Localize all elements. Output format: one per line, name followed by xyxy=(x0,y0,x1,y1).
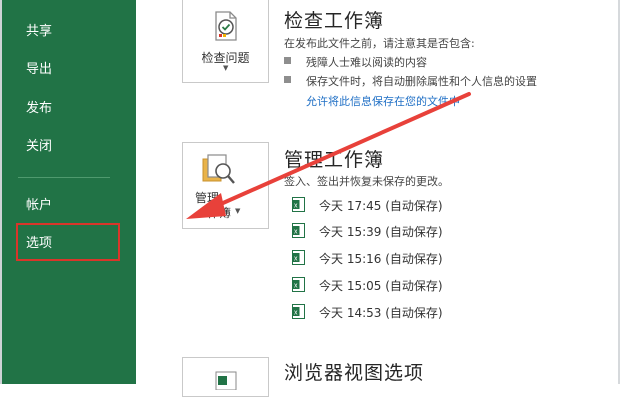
excel-file-icon: x xyxy=(292,304,305,319)
sidebar-item-account[interactable]: 帐户 xyxy=(26,198,52,214)
backstage-sidebar: 共享 导出 发布 关闭 帐户 选项 xyxy=(2,0,136,384)
excel-file-icon: x xyxy=(292,250,305,265)
svg-text:x: x xyxy=(294,229,298,236)
inspect-bullet-text: 保存文件时，将自动删除属性和个人信息的设置 xyxy=(306,75,537,88)
sidebar-divider xyxy=(18,177,110,178)
svg-text:x: x xyxy=(294,203,298,210)
inspect-document-icon xyxy=(215,11,237,41)
browser-view-icon xyxy=(215,371,237,390)
chevron-down-icon: ▼ xyxy=(223,64,229,72)
sidebar-item-export[interactable]: 导出 xyxy=(26,62,52,78)
check-for-issues-button[interactable]: 检查问题 ▼ xyxy=(182,0,269,83)
autosave-version-label: 今天 15:39 (自动保存) xyxy=(319,225,443,239)
info-panel: 检查问题 ▼ 检查工作簿 在发布此文件之前，请注意其是否包含: 残障人士难以阅读… xyxy=(136,0,618,397)
manage-workbook-button[interactable]: 管理 作簿 ▼ xyxy=(182,142,269,229)
sidebar-item-close[interactable]: 关闭 xyxy=(26,139,52,155)
autosave-version-label: 今天 17:45 (自动保存) xyxy=(319,199,443,213)
manage-workbook-icon xyxy=(202,154,235,184)
sidebar-item-publish[interactable]: 发布 xyxy=(26,101,52,117)
allow-save-info-link[interactable]: 允许将此信息保存在您的文件中 xyxy=(306,93,460,109)
inspect-description: 在发布此文件之前，请注意其是否包含: xyxy=(284,37,475,50)
autosave-version-label: 今天 15:16 (自动保存) xyxy=(319,252,443,266)
manage-workbook-label-2: 作簿 xyxy=(207,206,232,220)
svg-text:x: x xyxy=(294,283,298,290)
browser-view-options-title: 浏览器视图选项 xyxy=(284,362,425,384)
excel-file-icon: x xyxy=(292,223,305,238)
svg-text:x: x xyxy=(294,310,298,317)
chevron-down-icon: ▼ xyxy=(235,207,241,215)
sidebar-item-share[interactable]: 共享 xyxy=(26,24,52,40)
bullet-square-icon xyxy=(284,57,291,64)
svg-text:x: x xyxy=(294,256,298,263)
excel-file-icon: x xyxy=(292,197,305,212)
excel-file-icon: x xyxy=(292,277,305,292)
bullet-square-icon xyxy=(284,76,291,83)
autosave-version-label: 今天 15:05 (自动保存) xyxy=(319,279,443,293)
inspect-bullet-text: 残障人士难以阅读的内容 xyxy=(306,56,427,69)
manage-workbook-title: 管理工作簿 xyxy=(284,149,385,171)
sidebar-item-options[interactable]: 选项 xyxy=(26,236,52,252)
browser-view-options-button[interactable] xyxy=(182,357,269,397)
inspect-workbook-title: 检查工作簿 xyxy=(284,10,385,32)
manage-description: 签入、签出并恢复未保存的更改。 xyxy=(284,175,449,188)
autosave-version-label: 今天 14:53 (自动保存) xyxy=(319,306,443,320)
